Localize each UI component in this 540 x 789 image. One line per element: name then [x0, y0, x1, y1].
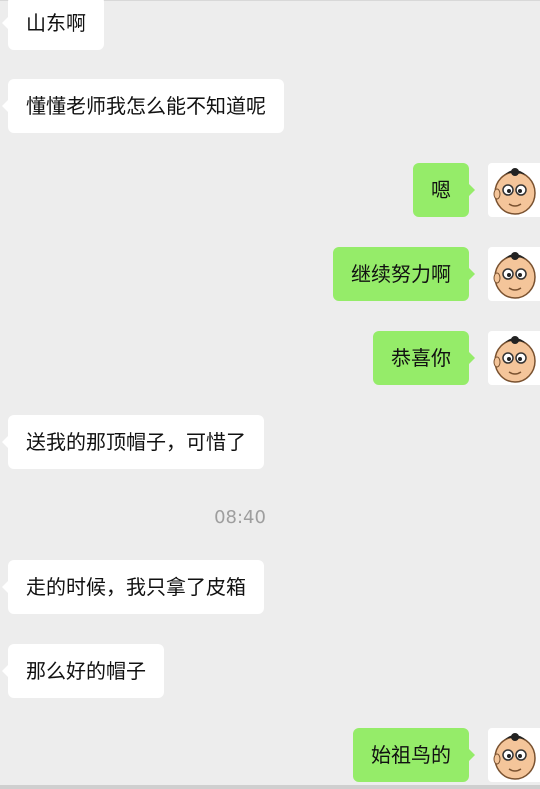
incoming-message-bubble[interactable]: 走的时候，我只拿了皮箱 — [2, 560, 264, 614]
user-avatar[interactable] — [488, 247, 540, 301]
incoming-message-bubble[interactable]: 山东啊 — [2, 0, 104, 50]
message-row: 恭喜你 — [0, 331, 540, 385]
message-row: 送我的那顶帽子，可惜了 — [0, 415, 540, 469]
message-row: 继续努力啊 — [0, 247, 540, 301]
incoming-message-bubble[interactable]: 懂懂老师我怎么能不知道呢 — [2, 79, 284, 133]
outgoing-message-bubble[interactable]: 嗯 — [413, 163, 475, 217]
incoming-message-bubble[interactable]: 那么好的帽子 — [2, 644, 164, 698]
scrollbar-track[interactable] — [0, 785, 540, 789]
message-row: 始祖鸟的 — [0, 728, 540, 782]
message-row: 山东啊 — [0, 0, 540, 50]
user-avatar[interactable] — [488, 728, 540, 782]
outgoing-message-bubble[interactable]: 始祖鸟的 — [353, 728, 475, 782]
message-row: 走的时候，我只拿了皮箱 — [0, 560, 540, 614]
cartoon-boy-face-icon — [493, 336, 536, 383]
cartoon-boy-face-icon — [493, 733, 536, 780]
message-row: 那么好的帽子 — [0, 644, 540, 698]
user-avatar[interactable] — [488, 331, 540, 385]
message-row: 懂懂老师我怎么能不知道呢 — [0, 79, 540, 133]
message-row: 嗯 — [0, 163, 540, 217]
message-timestamp: 08:40 — [214, 507, 266, 528]
chat-message-list[interactable]: 山东啊 懂懂老师我怎么能不知道呢 嗯 继续努力啊 恭喜你 送我的那顶帽子，可惜了… — [0, 0, 540, 789]
cartoon-boy-face-icon — [493, 252, 536, 299]
cartoon-boy-face-icon — [493, 168, 536, 215]
outgoing-message-bubble[interactable]: 恭喜你 — [373, 331, 475, 385]
user-avatar[interactable] — [488, 163, 540, 217]
incoming-message-bubble[interactable]: 送我的那顶帽子，可惜了 — [2, 415, 264, 469]
outgoing-message-bubble[interactable]: 继续努力啊 — [333, 247, 475, 301]
